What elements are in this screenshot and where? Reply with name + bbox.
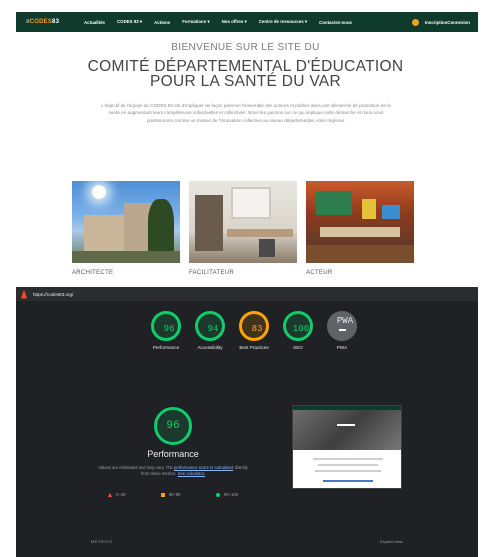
room-photo bbox=[189, 181, 297, 263]
nav-menu: Actualités CODES 83 ▾ Actions Formations… bbox=[84, 19, 352, 25]
page-screenshot-thumbnail[interactable] bbox=[292, 405, 402, 489]
building-photo bbox=[72, 181, 180, 263]
notification-icon[interactable] bbox=[411, 18, 419, 26]
legend-fail: 0–49 bbox=[108, 492, 125, 497]
score-value: 100 bbox=[292, 324, 310, 334]
legend-range: 0–49 bbox=[116, 492, 126, 497]
welcome-text: BIENVENUE SUR LE SITE DU bbox=[171, 42, 320, 53]
circle-icon bbox=[216, 492, 221, 497]
classroom-photo bbox=[306, 181, 414, 263]
nav-item-actions[interactable]: Actions bbox=[154, 20, 170, 25]
score-legend: 0–49 50–89 90–100 bbox=[108, 492, 238, 497]
legend-range: 90–100 bbox=[224, 492, 238, 497]
note-text: Values are estimated and may vary. The bbox=[98, 465, 173, 470]
score-value: 96 bbox=[163, 324, 175, 334]
expand-view-toggle[interactable]: Expand view bbox=[380, 539, 403, 544]
score-gauges: 96 Performance 94 Accessibility 83 Best … bbox=[144, 311, 364, 371]
gauge-best-practices[interactable]: 83 Best Practices bbox=[232, 311, 276, 351]
logo-brand: CODES bbox=[29, 19, 53, 25]
nav-item-formations[interactable]: Formations ▾ bbox=[182, 19, 209, 25]
score-ring: 83 bbox=[239, 311, 269, 341]
report-url-bar: https://codes83.org/ bbox=[16, 287, 478, 301]
card-caption: ARCHITECTE bbox=[72, 270, 114, 276]
card-caption: FACILITATEUR bbox=[189, 270, 235, 276]
performance-score-ring: 96 bbox=[154, 407, 192, 445]
lighthouse-report: https://codes83.org/ 96 Performance 94 A… bbox=[16, 287, 478, 557]
card-facilitateur[interactable]: FACILITATEUR bbox=[189, 181, 297, 276]
score-label: PWA bbox=[336, 345, 348, 350]
square-icon bbox=[160, 492, 165, 497]
score-ring: 100 bbox=[283, 311, 313, 341]
gauge-accessibility[interactable]: 94 Accessibility bbox=[188, 311, 232, 351]
lighthouse-icon bbox=[21, 289, 27, 299]
pwa-badge: PWA bbox=[327, 311, 357, 341]
score-ring: 94 bbox=[195, 311, 225, 341]
card-acteur[interactable]: ACTEUR bbox=[306, 181, 414, 276]
title-line-2: POUR LA SANTÉ DU VAR bbox=[150, 73, 341, 90]
report-url[interactable]: https://codes83.org/ bbox=[33, 292, 73, 297]
nav-item-actualites[interactable]: Actualités bbox=[84, 20, 105, 25]
score-calc-link[interactable]: performance score is calculated bbox=[174, 465, 233, 470]
score-label: Accessibility bbox=[197, 345, 223, 350]
legend-range: 50–89 bbox=[168, 492, 181, 497]
nav-item-contact[interactable]: Contactez-nous bbox=[319, 20, 352, 25]
gauge-pwa[interactable]: PWA PWA bbox=[320, 311, 364, 351]
legend-pass: 90–100 bbox=[216, 492, 238, 497]
gauge-seo[interactable]: 100 SEO bbox=[276, 311, 320, 351]
pwa-dash-icon bbox=[339, 329, 346, 331]
score-value: 94 bbox=[207, 324, 219, 334]
login-link[interactable]: InscriptionConnexion bbox=[425, 20, 470, 25]
metrics-heading: METRICS bbox=[91, 539, 113, 544]
score-label: Best Practices bbox=[239, 345, 269, 350]
score-value: 83 bbox=[251, 324, 263, 334]
score-ring: 96 bbox=[151, 311, 181, 341]
performance-note: Values are estimated and may vary. The p… bbox=[96, 465, 250, 477]
nav-user-area: InscriptionConnexion bbox=[411, 18, 470, 26]
site-navbar: ≡CODES83 Actualités CODES 83 ▾ Actions F… bbox=[16, 12, 478, 32]
card-architecte[interactable]: ARCHITECTE bbox=[72, 181, 180, 276]
logo-suffix: 83 bbox=[52, 19, 60, 25]
title-line-1: COMITÉ DÉPARTEMENTAL D'ÉDUCATION bbox=[87, 58, 404, 75]
nav-item-offres[interactable]: Nos offres ▾ bbox=[222, 19, 247, 25]
nav-item-ressources[interactable]: Centre de ressources ▾ bbox=[259, 19, 307, 25]
page-title: COMITÉ DÉPARTEMENTAL D'ÉDUCATION POUR LA… bbox=[0, 58, 491, 90]
triangle-icon bbox=[108, 492, 112, 497]
score-label: Performance bbox=[152, 345, 180, 350]
site-logo[interactable]: ≡CODES83 bbox=[26, 19, 70, 25]
card-caption: ACTEUR bbox=[306, 270, 333, 276]
score-label: SEO bbox=[293, 345, 303, 350]
gauge-performance[interactable]: 96 Performance bbox=[144, 311, 188, 351]
intro-paragraph: L'objectif de l'équipe du CODES 83 est d… bbox=[101, 103, 391, 123]
performance-title: Performance bbox=[147, 449, 199, 459]
role-cards: ARCHITECTE FACILITATEUR ACTEUR bbox=[72, 181, 418, 281]
nav-item-codes83[interactable]: CODES 83 ▾ bbox=[117, 19, 142, 25]
legend-average: 50–89 bbox=[160, 492, 181, 497]
website-preview: ≡CODES83 Actualités CODES 83 ▾ Actions F… bbox=[0, 0, 491, 284]
calculator-link[interactable]: See calculator. bbox=[178, 471, 205, 476]
